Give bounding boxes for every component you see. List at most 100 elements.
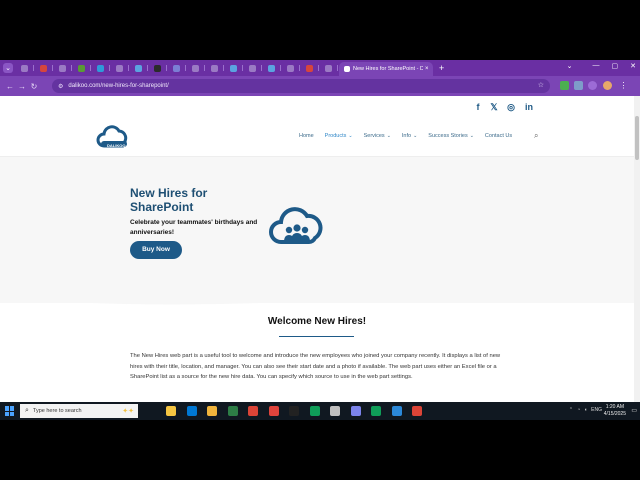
taskbar-app-icon[interactable] <box>268 406 279 416</box>
taskbar-app-icon[interactable] <box>186 406 197 416</box>
active-tab[interactable]: New Hires for SharePoint - DA... × <box>339 62 433 76</box>
search-icon[interactable]: ⌕ <box>534 131 538 141</box>
taskbar-app-icon[interactable] <box>166 406 176 416</box>
heading-underline <box>279 336 354 337</box>
browser-tab[interactable] <box>73 62 91 74</box>
taskbar-app-icon[interactable] <box>227 406 238 416</box>
scrollbar-thumb[interactable] <box>635 116 639 160</box>
buy-now-button[interactable]: Buy Now <box>130 241 182 259</box>
minimize-icon[interactable]: — <box>593 62 600 70</box>
section-wave-divider <box>0 286 634 305</box>
browser-tab[interactable] <box>282 62 300 74</box>
page-scrollbar[interactable] <box>634 96 640 420</box>
browser-tab[interactable] <box>149 62 167 74</box>
notifications-icon[interactable]: ▭ <box>631 407 637 414</box>
hero-title: New Hires for SharePoint <box>130 186 208 214</box>
nav-item-label: Contact Us <box>484 133 513 139</box>
menu-kebab-icon[interactable]: ⋮ <box>619 81 628 90</box>
tab-favicon-icon <box>172 64 180 72</box>
extension-icon[interactable] <box>560 81 569 90</box>
browser-tab[interactable] <box>35 62 53 74</box>
hero-subtitle: Celebrate your teammates' birthdays and … <box>130 219 258 236</box>
search-highlight-icon: ✦✦ <box>122 408 134 415</box>
linkedin-icon[interactable]: in <box>523 101 535 113</box>
nav-item-info[interactable]: Info ⌄ <box>402 133 417 139</box>
close-tab-icon[interactable]: × <box>425 66 429 72</box>
instagram-icon[interactable]: ◎ <box>505 101 517 113</box>
taskbar-app-icon[interactable] <box>371 406 381 416</box>
taskbar-app-icon[interactable] <box>289 406 299 416</box>
nav-item-label: Info <box>401 133 412 139</box>
reload-icon[interactable]: ↻ <box>28 82 40 91</box>
forward-icon[interactable]: → <box>16 82 28 91</box>
nav-item-success-stories[interactable]: Success Stories ⌄ <box>428 133 474 139</box>
extension-icon[interactable] <box>574 81 583 90</box>
taskbar-app-icon[interactable] <box>309 406 320 416</box>
address-bar[interactable]: ⚙ dalikoo.com/new-hires-for-sharepoint/ … <box>52 79 550 93</box>
browser-tab[interactable] <box>206 62 224 74</box>
nav-item-home[interactable]: Home <box>299 133 314 139</box>
browser-tab[interactable] <box>225 62 243 74</box>
taskbar-search-box[interactable]: ⌕ Type here to search ✦✦ <box>20 404 138 418</box>
taskbar-clock[interactable]: 1:20 AM 4/15/2025 <box>604 404 626 418</box>
browser-tab[interactable] <box>130 62 148 74</box>
taskbar-app-icon[interactable] <box>330 406 340 416</box>
browser-tab-strip: ⌄ New Hires for SharePoint - DA... × + ⌄… <box>0 60 640 76</box>
extensions-puzzle-icon[interactable] <box>588 81 597 90</box>
x-twitter-icon[interactable]: 𝕏 <box>488 101 500 113</box>
browser-tab[interactable] <box>92 62 110 74</box>
intro-paragraph: The New Hires web part is a useful tool … <box>130 353 501 380</box>
browser-tab[interactable] <box>320 62 338 74</box>
site-info-icon[interactable]: ⚙ <box>58 83 63 90</box>
profile-avatar[interactable] <box>603 81 612 90</box>
url-text[interactable]: dalikoo.com/new-hires-for-sharepoint/ <box>68 83 168 89</box>
tab-favicon-icon <box>286 64 294 72</box>
maximize-icon[interactable]: ▢ <box>612 62 619 70</box>
taskbar-app-icon[interactable] <box>412 406 422 416</box>
windows-start-icon[interactable] <box>5 406 15 416</box>
browser-tab[interactable] <box>301 62 319 74</box>
language-indicator[interactable]: ENG <box>591 407 602 413</box>
close-window-icon[interactable]: ✕ <box>630 62 636 70</box>
browser-tab[interactable] <box>187 62 205 74</box>
new-tab-button[interactable]: + <box>439 63 444 73</box>
back-icon[interactable]: ← <box>4 82 16 91</box>
clock-time: 1:20 AM <box>605 404 625 410</box>
taskbar-app-icon[interactable] <box>207 406 217 416</box>
tab-favicon-icon <box>305 64 313 72</box>
tray-chevron-icon[interactable]: ⌃ <box>569 407 573 413</box>
tab-favicon-icon <box>191 64 199 72</box>
tab-favicon-icon <box>39 64 47 72</box>
window-controls: ⌄ — ▢ ✕ <box>567 62 636 70</box>
volume-icon[interactable]: ◖ <box>584 407 587 413</box>
nav-item-contact-us[interactable]: Contact Us <box>485 133 512 139</box>
nav-item-label: Services <box>363 133 385 139</box>
nav-item-label: Products <box>324 133 347 139</box>
bookmark-star-icon[interactable]: ☆ <box>538 81 544 89</box>
chevron-down-icon: ⌄ <box>413 133 418 139</box>
network-icon[interactable]: ◔ <box>577 407 580 413</box>
browser-tab[interactable] <box>168 62 186 74</box>
tab-favicon-icon <box>324 64 332 72</box>
tab-favicon-icon <box>20 64 28 72</box>
browser-tab[interactable] <box>54 62 72 74</box>
browser-tab[interactable] <box>111 62 129 74</box>
facebook-icon[interactable]: f <box>472 101 484 113</box>
chevron-down-icon: ⌄ <box>469 133 474 139</box>
nav-item-services[interactable]: Services ⌄ <box>364 133 391 139</box>
taskbar-app-icon[interactable] <box>391 406 402 416</box>
tab-favicon-icon <box>153 64 161 72</box>
main-navigation: Home Products ⌄ Services ⌄ Info ⌄ Success Stori… <box>299 133 512 139</box>
section-heading: Welcome New Hires! <box>267 316 367 327</box>
nav-item-products[interactable]: Products ⌄ <box>325 133 353 139</box>
browser-tab[interactable] <box>263 62 281 74</box>
tab-menu-button[interactable]: ⌄ <box>3 63 13 73</box>
taskbar-app-icon[interactable] <box>350 406 361 416</box>
taskbar-app-icon[interactable] <box>248 406 258 416</box>
browser-tab[interactable] <box>244 62 262 74</box>
nav-item-label: Home <box>299 133 314 139</box>
logo-text: DALIKOO <box>107 143 126 148</box>
browser-tab[interactable] <box>16 62 34 74</box>
tab-search-icon[interactable]: ⌄ <box>567 62 573 70</box>
tab-favicon-icon <box>248 64 256 72</box>
